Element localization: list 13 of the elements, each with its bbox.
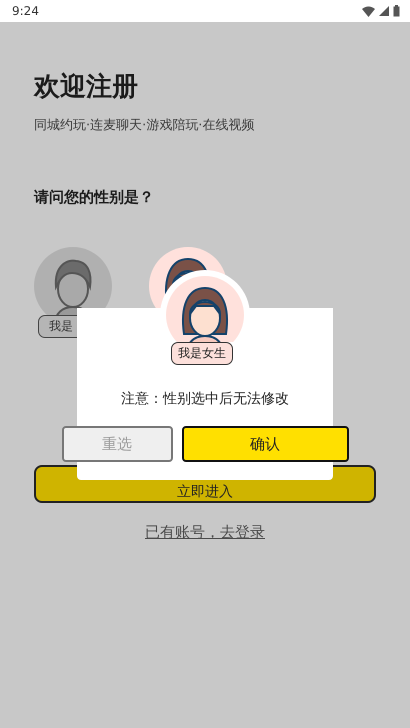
page-title: 欢迎注册 <box>34 71 139 104</box>
subtitle: 同城约玩·连麦聊天·游戏陪玩·在线视频 <box>34 117 256 134</box>
dialog-message: 注意：性别选中后无法修改 <box>121 390 289 408</box>
enter-button[interactable]: 立即进入 <box>34 465 376 503</box>
gender-label: 我是女生 <box>171 342 233 365</box>
signal-icon <box>379 6 389 16</box>
wifi-icon <box>362 6 375 16</box>
gender-option[interactable]: 我是 <box>34 247 112 342</box>
login-link[interactable]: 已有账号，去登录 <box>145 523 265 542</box>
confirm-button[interactable]: 确认 <box>182 426 348 462</box>
battery-icon <box>393 5 400 17</box>
status-time: 9:24 <box>12 4 39 18</box>
question-text: 请问您的性别是？ <box>34 188 155 207</box>
